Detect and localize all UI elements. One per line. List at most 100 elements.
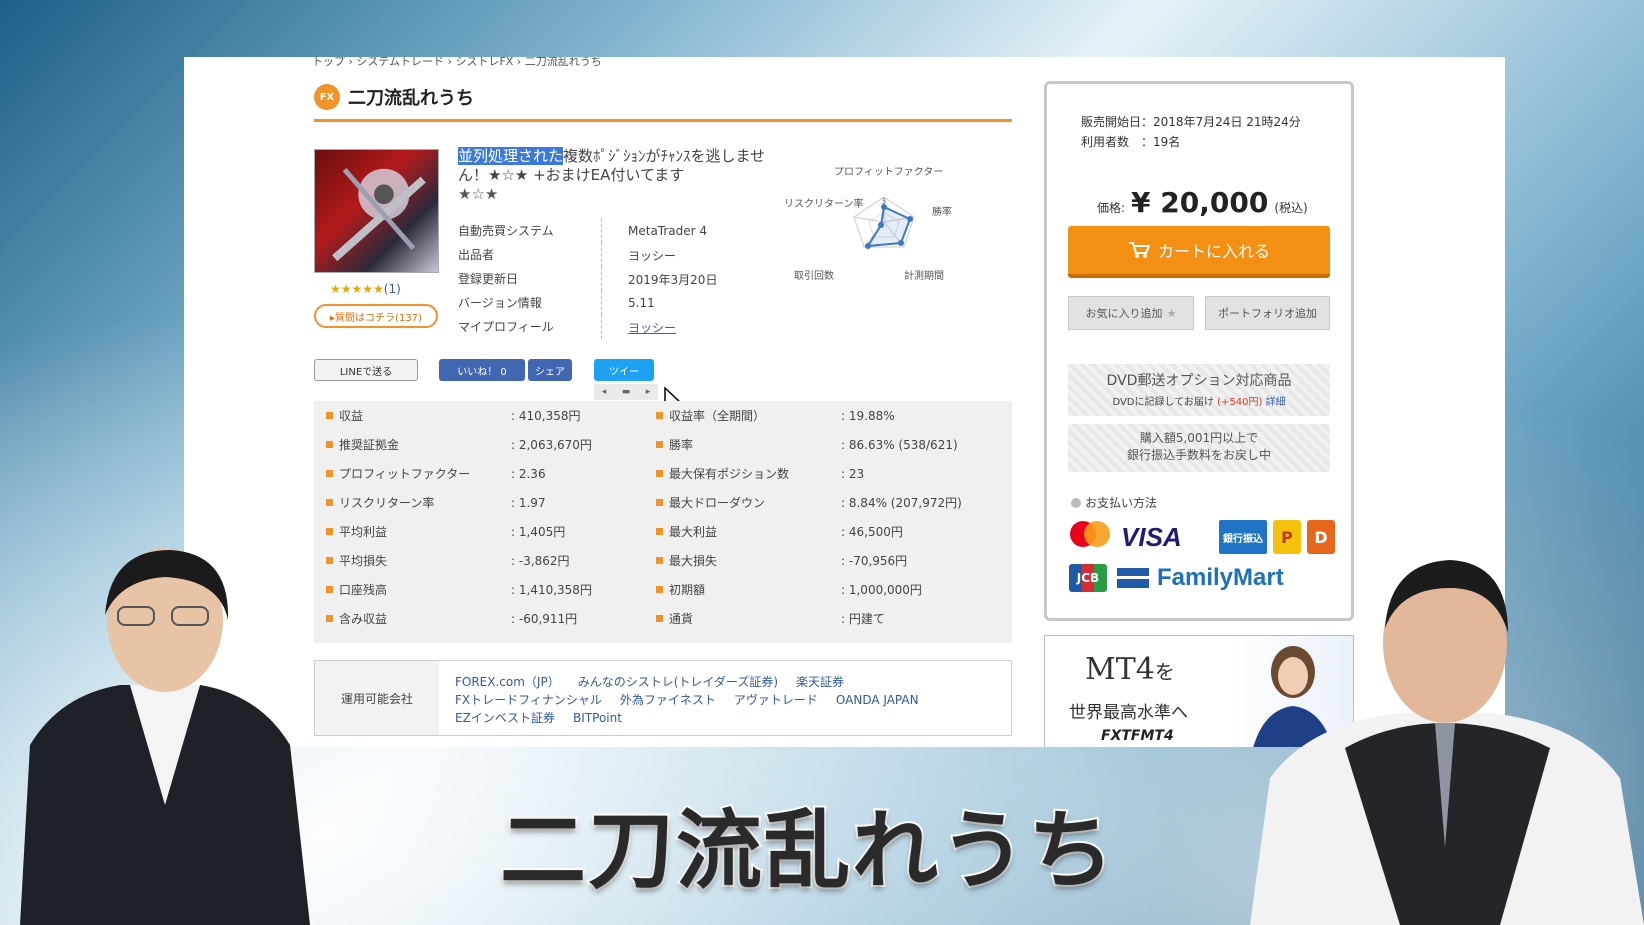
operator-link[interactable]: EZインベスト証券 <box>455 711 555 725</box>
stat-key: プロフィットファクター <box>339 467 471 481</box>
bullet-icon <box>656 557 663 564</box>
price-tax: (税込) <box>1274 201 1308 215</box>
scroll-right-icon[interactable]: ▸ <box>646 387 651 397</box>
ad-mt4: MT4 <box>1085 652 1155 687</box>
operators-list: FOREX.com（JP） みんなのシストレ(トレイダーズ証券) 楽天証券 FXトレー… <box>455 673 995 727</box>
stat-value: : 1,000,000円 <box>841 583 922 597</box>
fx-badge-icon: FX <box>314 84 340 110</box>
release-date: 販売開始日：2018年7月24日 21時24分 <box>1081 115 1301 129</box>
dvd-price: (+540円) <box>1217 397 1263 408</box>
stat-value: : 2.36 <box>511 466 546 481</box>
operator-link[interactable]: アヴァトレード <box>734 693 818 707</box>
cart-icon <box>1128 242 1150 258</box>
stat-row: 最大保有ポジション数: 23 <box>644 459 984 488</box>
operators-label: 運用可能会社 <box>315 661 439 735</box>
bullet-icon <box>656 586 663 593</box>
stat-key: リスクリターン率 <box>339 496 435 510</box>
performance-stats: 収益: 410,358円 推奨証拠金: 2,063,670円 プロフィットファクター… <box>314 401 1012 643</box>
bullet-icon <box>656 615 663 622</box>
bullet-icon <box>326 470 333 477</box>
stat-value: : 円建て <box>841 612 885 626</box>
bullet-icon <box>656 441 663 448</box>
selected-text[interactable]: 並列処理された <box>458 147 564 165</box>
review-count[interactable]: (1) <box>384 282 401 296</box>
stat-row: リスクリターン率 : 1.97 <box>314 488 654 517</box>
stat-value: : -70,956円 <box>841 554 908 568</box>
stat-value: : 1,410,358円 <box>511 583 592 597</box>
purchase-sidebar: 販売開始日：2018年7月24日 21時24分 利用者数 ：19名 価格: ¥ … <box>1044 81 1354 621</box>
star-icon: ★ <box>1166 306 1177 320</box>
stat-row: 最大損失 : -70,956円 <box>644 546 984 575</box>
bank-refund-banner[interactable]: 購入額5,001円以上で 銀行振込手数料をお戻し中 <box>1068 424 1330 472</box>
operator-link[interactable]: みんなのシストレ(トレイダーズ証券) <box>578 675 778 689</box>
operator-link[interactable]: FXトレードフィナンシャル <box>455 693 602 707</box>
operator-link[interactable]: BITPoint <box>573 711 622 725</box>
stat-value: : -3,862円 <box>511 554 570 568</box>
stat-row: 含み収益: -60,911円 <box>314 604 654 633</box>
stat-key: 最大利益 <box>669 525 718 539</box>
description-stars: ★☆★ <box>458 185 499 203</box>
stat-key: 通貨 <box>669 612 694 626</box>
ad-brand: FXTFMT4 <box>1101 728 1174 744</box>
scroll-left-icon[interactable]: ◂ <box>602 387 607 397</box>
price: 価格: ¥ 20,000 (税込) <box>1097 186 1308 219</box>
stat-value: : 1.97 <box>511 495 546 510</box>
title-underline <box>314 119 1012 122</box>
dvd-sub-text: DVDに記録してお届け <box>1112 397 1214 408</box>
operator-link[interactable]: FOREX.com（JP） <box>455 675 560 689</box>
dvd-title: DVD郵送オプション対応商品 <box>1106 373 1292 389</box>
info-value: ヨッシー <box>628 248 677 263</box>
stat-key: 収益率（全期間） <box>669 409 766 423</box>
familymart-stripes-icon <box>1117 568 1149 588</box>
stat-row: 平均損失: -3,862円 <box>314 546 654 575</box>
bullet-icon <box>656 470 663 477</box>
operator-link[interactable]: 楽天証券 <box>796 675 844 689</box>
bullet-icon <box>656 412 663 419</box>
stat-value: : 46,500円 <box>841 525 903 539</box>
stat-value: : 86.63% (538/621) <box>841 437 958 452</box>
add-to-cart-button[interactable]: カートに入れる <box>1068 226 1330 278</box>
dvd-detail-link[interactable]: 詳細 <box>1266 397 1286 408</box>
stat-row: 推奨証拠金: 2,063,670円 <box>314 430 654 459</box>
scroll-thumb[interactable]: ▬ <box>622 387 631 397</box>
tweet-button[interactable]: ツイー <box>594 359 654 381</box>
cart-label: カートに入れる <box>1157 242 1270 261</box>
line-share-button[interactable]: LINEで送る <box>314 359 418 381</box>
stat-value: : -60,911円 <box>511 612 578 626</box>
stat-value: : 8.84% (207,972円) <box>841 496 962 510</box>
info-row: 出品者 ヨッシー <box>458 243 717 267</box>
stat-row: 初期額: 1,000,000円 <box>644 575 984 604</box>
stat-key: 口座残高 <box>339 583 388 597</box>
operator-link[interactable]: OANDA JAPAN <box>836 693 919 707</box>
stat-key: 最大保有ポジション数 <box>669 467 790 481</box>
bullet-icon <box>326 412 333 419</box>
operator-link[interactable]: 外為ファイネスト <box>620 693 716 707</box>
stats-left-column: 収益: 410,358円 推奨証拠金: 2,063,670円 プロフィットファクター… <box>314 401 654 633</box>
question-button[interactable]: ▸質問はコチラ(137) <box>314 304 438 328</box>
breadcrumb[interactable]: トップ › システムトレード › シストレFX › 二刀流乱れうち <box>312 57 602 69</box>
radar-scale-mark: 3 <box>881 197 886 206</box>
jcb-logo: JCB <box>1069 564 1107 592</box>
stat-key: 最大損失 <box>669 554 718 568</box>
facebook-share-button[interactable]: シェア <box>528 359 572 381</box>
stat-row: 最大利益 : 46,500円 <box>644 517 984 546</box>
product-info-table: 自動売買システム MetaTrader 4 出品者 ヨッシー 登録更新日 2019年3… <box>458 219 717 339</box>
radar-label-right: 勝率 <box>932 205 952 218</box>
page-title: 二刀流乱れうち <box>348 88 474 109</box>
portfolio-button[interactable]: ポートフォリオ追加 <box>1205 296 1330 330</box>
stat-row: 平均利益: 1,405円 <box>314 517 654 546</box>
favorite-button[interactable]: お気に入り追加 ★ <box>1068 296 1194 330</box>
profile-link[interactable]: ヨッシー <box>602 319 676 336</box>
price-value: ¥ 20,000 <box>1131 186 1269 219</box>
info-row: 登録更新日 2019年3月20日 <box>458 267 717 291</box>
video-caption: 二刀流乱れうち <box>498 799 1116 903</box>
product-image[interactable] <box>314 149 439 273</box>
mini-scrollbar[interactable]: ◂ ▬ ▸ <box>594 384 658 400</box>
facebook-like-button[interactable]: いいね！ 0 <box>439 359 525 381</box>
payment-heading-text: お支払い方法 <box>1085 496 1158 510</box>
bullet-icon <box>326 528 333 535</box>
ad-subline: 世界最高水準へ <box>1069 703 1188 723</box>
dvd-option-banner[interactable]: DVD郵送オプション対応商品 DVDに記録してお届け (+540円) 詳細 <box>1068 364 1330 416</box>
stat-row: 通貨 : 円建て <box>644 604 984 633</box>
info-key: 出品者 <box>458 243 602 267</box>
